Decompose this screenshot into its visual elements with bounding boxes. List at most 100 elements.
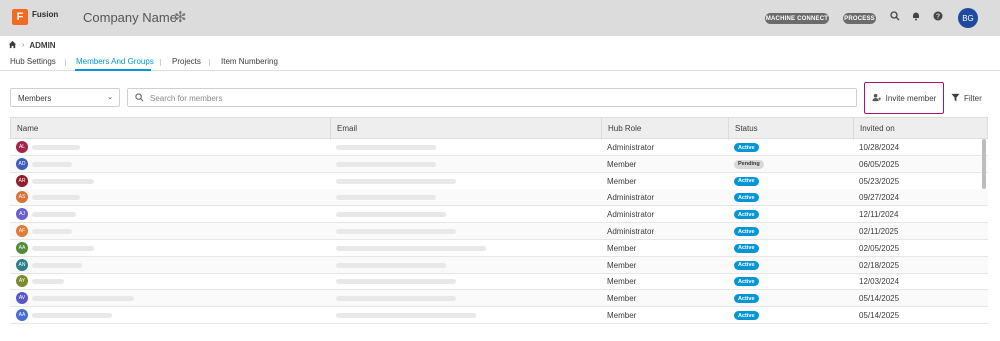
- table-row[interactable]: AA Member Active 02/05/2025: [10, 240, 988, 257]
- hub-role-cell: Administrator: [607, 143, 655, 152]
- search-input[interactable]: Search for members: [127, 88, 857, 107]
- top-bar: F Fusion Company Name ✻ MACHINE CONNECT …: [0, 0, 1000, 36]
- status-badge: Active: [734, 193, 759, 203]
- status-badge: Active: [734, 227, 759, 236]
- hub-role-cell: Member: [607, 243, 637, 253]
- column-header-invited-on[interactable]: Invited on: [860, 124, 895, 133]
- table-row[interactable]: AL Administrator Active 10/28/2024: [10, 139, 988, 156]
- name-redacted: [32, 279, 64, 285]
- tab-item-numbering[interactable]: Item Numbering: [221, 57, 278, 66]
- status-badge: Active: [734, 176, 759, 186]
- avatar: AV: [16, 292, 28, 305]
- invite-member-label: Invite member: [885, 93, 937, 103]
- status-badge: Active: [734, 311, 759, 320]
- bell-icon[interactable]: [910, 11, 922, 23]
- invite-member-button[interactable]: Invite member: [864, 82, 944, 114]
- fusion-logo[interactable]: F Fusion: [12, 9, 58, 25]
- invited-on-cell: 05/23/2025: [859, 176, 900, 186]
- process-button[interactable]: PROCESS: [843, 13, 876, 24]
- avatar: AL: [16, 141, 28, 153]
- status-badge: Active: [734, 260, 759, 270]
- table-row[interactable]: AD Member Pending 06/05/2025: [10, 155, 988, 173]
- filter-button[interactable]: Filter: [951, 93, 982, 104]
- tab-members-and-groups[interactable]: Members And Groups: [76, 57, 154, 66]
- table-row[interactable]: AF Administrator Active 02/11/2025: [10, 223, 988, 240]
- breadcrumb-current: ADMIN: [29, 40, 56, 50]
- column-divider[interactable]: [853, 118, 854, 140]
- avatar: AS: [16, 191, 28, 204]
- invited-on-cell: 12/11/2024: [859, 210, 899, 220]
- user-avatar[interactable]: BG: [958, 8, 978, 28]
- name-redacted: [32, 145, 80, 150]
- email-redacted: [336, 161, 436, 167]
- search-icon[interactable]: [889, 11, 901, 23]
- name-redacted: [32, 313, 112, 318]
- column-header-name[interactable]: Name: [17, 124, 38, 133]
- name-redacted: [32, 245, 94, 251]
- name-redacted: [32, 161, 72, 167]
- column-divider[interactable]: [330, 118, 331, 140]
- status-badge: Pending: [734, 159, 764, 169]
- tab-projects[interactable]: Projects: [172, 57, 201, 66]
- column-divider[interactable]: [728, 118, 729, 140]
- hub-role-cell: Administrator: [607, 227, 655, 236]
- avatar: AF: [16, 225, 28, 237]
- avatar: AY: [16, 275, 28, 288]
- avatar: AD: [16, 157, 28, 170]
- invited-on-cell: 10/28/2024: [859, 143, 900, 152]
- hub-role-cell: Member: [607, 176, 637, 186]
- svg-text:?: ?: [936, 14, 940, 21]
- company-name[interactable]: Company Name: [83, 10, 177, 25]
- chevron-down-icon: ⌄: [107, 94, 113, 101]
- status-badge: Active: [734, 243, 759, 253]
- email-redacted: [336, 178, 456, 184]
- hub-role-cell: Administrator: [607, 210, 655, 220]
- table-row[interactable]: AJ Administrator Active 12/11/2024: [10, 206, 988, 224]
- search-icon: [135, 93, 144, 104]
- home-icon[interactable]: [8, 40, 17, 51]
- invited-on-cell: 12/03/2024: [859, 277, 900, 287]
- avatar: AA: [16, 309, 28, 321]
- help-icon[interactable]: ?: [932, 11, 944, 23]
- avatar: AJ: [16, 208, 28, 221]
- table-row[interactable]: AV Member Active 05/14/2025: [10, 290, 988, 308]
- status-badge: Active: [734, 210, 759, 220]
- name-redacted: [32, 178, 94, 184]
- avatar: AA: [16, 241, 28, 254]
- table-row[interactable]: AR Member Active 05/23/2025: [10, 173, 988, 190]
- column-header-email[interactable]: Email: [337, 124, 357, 133]
- avatar: AN: [16, 258, 28, 271]
- select-value: Members: [18, 94, 52, 103]
- column-divider[interactable]: [601, 118, 602, 140]
- tab-hub-settings[interactable]: Hub Settings: [10, 57, 56, 66]
- logo-text: Fusion: [32, 10, 59, 19]
- status-badge: Active: [734, 277, 759, 287]
- machine-connect-button[interactable]: MACHINE CONNECT: [765, 13, 829, 24]
- member-type-select[interactable]: Members ⌄: [10, 88, 120, 107]
- hub-role-cell: Member: [607, 159, 637, 169]
- tab-divider: [65, 59, 66, 66]
- tab-divider: [160, 59, 161, 66]
- table-scrollbar[interactable]: [982, 139, 986, 189]
- status-badge: Active: [734, 143, 759, 152]
- email-redacted: [336, 279, 456, 285]
- search-placeholder: Search for members: [150, 94, 223, 103]
- filter-icon: [951, 93, 960, 104]
- invited-on-cell: 02/11/2025: [859, 227, 899, 236]
- column-header-status[interactable]: Status: [735, 124, 758, 133]
- table-header: Name Email Hub Role Status Invited on: [10, 117, 988, 140]
- column-header-hub-role[interactable]: Hub Role: [608, 124, 641, 133]
- table-row[interactable]: AS Administrator Active 09/27/2024: [10, 189, 988, 207]
- table-row[interactable]: AY Member Active 12/03/2024: [10, 273, 988, 291]
- name-redacted: [32, 296, 134, 302]
- email-redacted: [336, 229, 456, 234]
- email-redacted: [336, 262, 446, 268]
- invited-on-cell: 02/18/2025: [859, 260, 900, 270]
- snowflake-icon[interactable]: ✻: [174, 8, 187, 26]
- chevron-right-icon: ›: [22, 41, 25, 49]
- name-redacted: [32, 195, 80, 201]
- table-row[interactable]: AA Member Active 05/14/2025: [10, 307, 988, 324]
- table-row[interactable]: AN Member Active 02/18/2025: [10, 256, 988, 274]
- name-redacted: [32, 212, 76, 218]
- breadcrumb: › ADMIN: [8, 39, 56, 51]
